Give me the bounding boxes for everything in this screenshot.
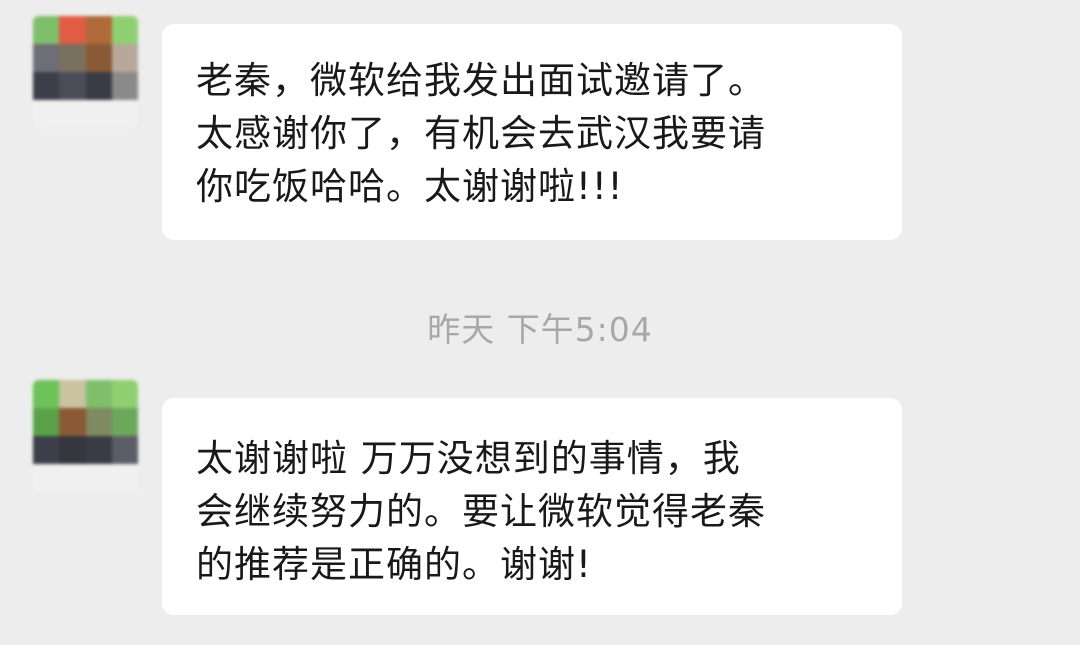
avatar-mosaic-cell bbox=[85, 100, 112, 128]
avatar-mosaic-cell bbox=[85, 380, 112, 408]
avatar[interactable] bbox=[33, 380, 138, 492]
message-bubble[interactable]: 老秦，微软给我发出面试邀请了。 太感谢你了，有机会去武汉我要请 你吃饭哈哈。太谢… bbox=[162, 24, 902, 240]
message-text-line: 会继续努力的。要让微软觉得老秦 bbox=[196, 490, 766, 533]
avatar[interactable] bbox=[33, 16, 138, 128]
avatar-mosaic-cell bbox=[111, 72, 138, 100]
avatar-mosaic-cell bbox=[59, 100, 86, 128]
avatar-mosaic-cell bbox=[33, 436, 60, 464]
avatar-mosaic-cell bbox=[111, 464, 138, 492]
avatar-mosaic-cell bbox=[33, 464, 60, 492]
message-text-line: 的推荐是正确的。谢谢! bbox=[196, 543, 592, 586]
avatar-mosaic-cell bbox=[111, 100, 138, 128]
avatar-mosaic-cell bbox=[33, 16, 60, 44]
message-text-line: 太感谢你了，有机会去武汉我要请 bbox=[196, 112, 766, 155]
avatar-mosaic-cell bbox=[85, 16, 112, 44]
chat-timestamp: 昨天 下午5:04 bbox=[427, 310, 653, 349]
avatar-mosaic-cell bbox=[85, 436, 112, 464]
avatar-mosaic-cell bbox=[33, 72, 60, 100]
avatar-mosaic-cell bbox=[85, 464, 112, 492]
avatar-mosaic-cell bbox=[59, 464, 86, 492]
avatar-mosaic-cell bbox=[59, 72, 86, 100]
avatar-mosaic-cell bbox=[33, 380, 60, 408]
avatar-mosaic-cell bbox=[85, 44, 112, 72]
avatar-mosaic-cell bbox=[111, 44, 138, 72]
avatar-mosaic-cell bbox=[85, 72, 112, 100]
avatar-mosaic-cell bbox=[59, 380, 86, 408]
avatar-mosaic-cell bbox=[33, 100, 60, 128]
avatar-mosaic-cell bbox=[59, 44, 86, 72]
avatar-mosaic-cell bbox=[59, 436, 86, 464]
message-text-line: 老秦，微软给我发出面试邀请了。 bbox=[196, 59, 766, 102]
avatar-mosaic-cell bbox=[111, 436, 138, 464]
avatar-mosaic-cell bbox=[59, 408, 86, 436]
avatar-mosaic-cell bbox=[33, 408, 60, 436]
avatar-mosaic-cell bbox=[111, 380, 138, 408]
message-bubble[interactable]: 太谢谢啦 万万没想到的事情，我 会继续努力的。要让微软觉得老秦 的推荐是正确的。… bbox=[162, 398, 902, 615]
avatar-mosaic-cell bbox=[111, 408, 138, 436]
avatar-mosaic-cell bbox=[33, 44, 60, 72]
message-text-line: 你吃饭哈哈。太谢谢啦!!! bbox=[196, 165, 624, 208]
avatar-mosaic-cell bbox=[85, 408, 112, 436]
message-text-line: 太谢谢啦 万万没想到的事情，我 bbox=[196, 437, 741, 480]
avatar-mosaic-cell bbox=[111, 16, 138, 44]
avatar-mosaic-cell bbox=[59, 16, 86, 44]
